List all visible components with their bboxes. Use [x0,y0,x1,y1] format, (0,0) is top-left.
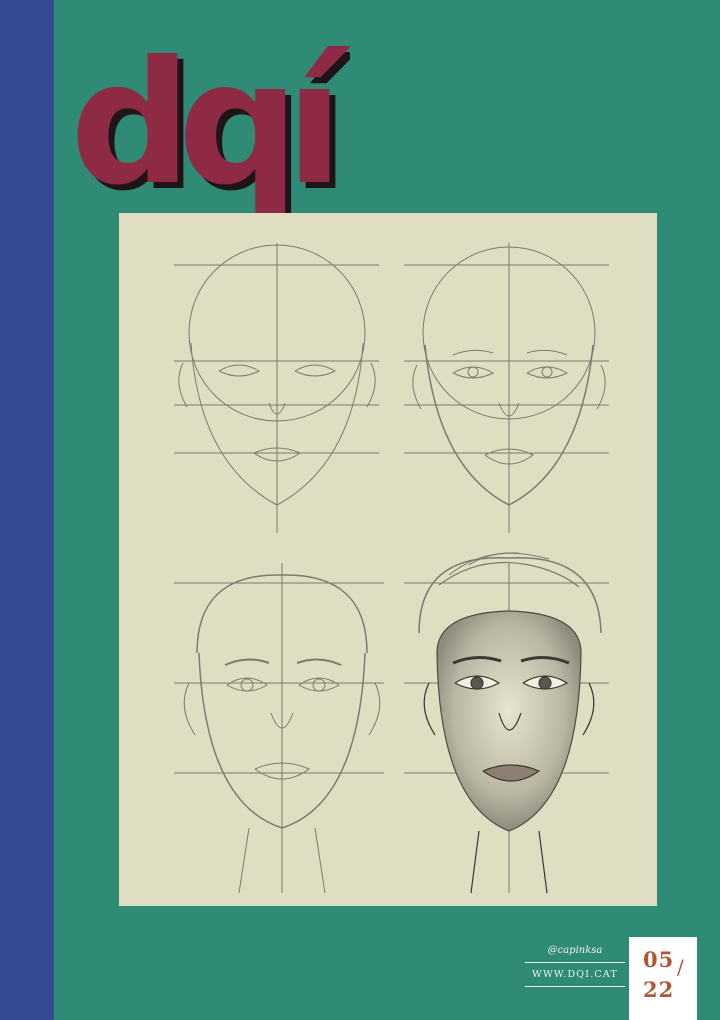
face-drawing-steps-icon [174,243,609,894]
issue-number-box: 05 / 22 [629,937,697,1020]
illustration-artboard [119,213,657,906]
cover-spine [0,0,54,1020]
magazine-cover: dqí dqí @capinksa WWW.DQI.CAT 05 / 22 [0,0,720,1020]
artist-handle[interactable]: @capinksa [525,945,625,963]
website-link[interactable]: WWW.DQI.CAT [525,963,625,987]
issue-number: 05 [643,947,675,972]
issue-separator: / [677,955,684,979]
cover-credits: @capinksa WWW.DQI.CAT [525,945,625,987]
magazine-logo: dqí dqí [70,25,371,229]
logo-wordmark: dqí [70,38,350,223]
issue-year: 22 [643,977,675,1002]
